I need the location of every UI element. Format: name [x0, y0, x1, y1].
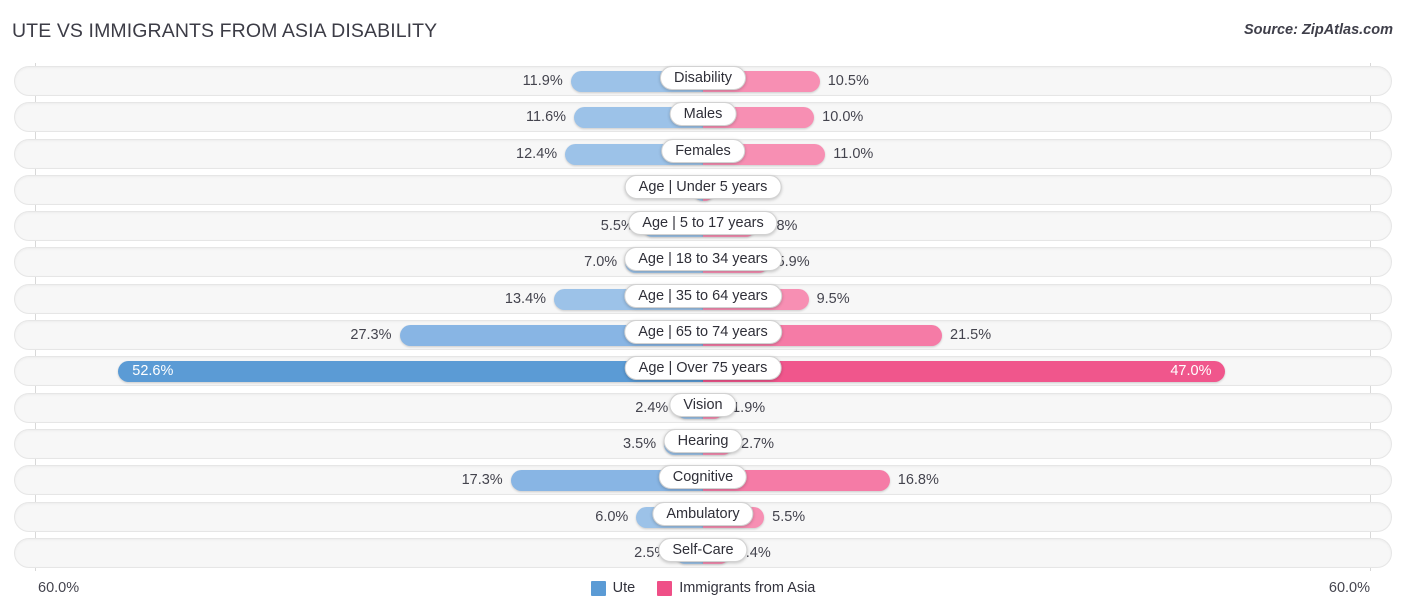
category-label-pill: Females: [661, 138, 745, 163]
category-label-pill: Age | 65 to 74 years: [624, 320, 782, 345]
legend-item[interactable]: Immigrants from Asia: [657, 580, 815, 596]
bar-rows-container: 11.9% 10.5% Disability 11.6% 10.0% Males 12.4%…: [0, 63, 1406, 571]
value-label-right: 2.7%: [741, 435, 775, 452]
value-label-right: 47.0%: [1170, 363, 1212, 380]
value-label-left: 7.0%: [584, 254, 618, 271]
chart-header: UTE VS IMMIGRANTS FROM ASIA DISABILITY S…: [0, 0, 1406, 56]
plot-area: 11.9% 10.5% Disability 11.6% 10.0% Males 12.4%…: [0, 63, 1406, 571]
chart-row: 2.4% 1.9% Vision: [0, 390, 1406, 426]
value-label-right: 21.5%: [950, 327, 992, 344]
legend-label: Immigrants from Asia: [679, 580, 816, 596]
chart-legend: Ute Immigrants from Asia: [0, 580, 1406, 596]
value-label-left: 17.3%: [461, 472, 503, 489]
value-label-left: 27.3%: [350, 327, 392, 344]
category-label-pill: Ambulatory: [652, 501, 754, 526]
chart-row: 11.6% 10.0% Males: [0, 99, 1406, 135]
chart-root: UTE VS IMMIGRANTS FROM ASIA DISABILITY S…: [0, 0, 1406, 612]
chart-footer: 60.0% 60.0% Ute Immigrants from Asia: [0, 573, 1406, 612]
value-label-right: 10.5%: [827, 73, 869, 89]
value-label-right: 16.8%: [897, 472, 939, 489]
value-label-right: 1.9%: [732, 399, 766, 416]
page-title: UTE VS IMMIGRANTS FROM ASIA DISABILITY: [12, 20, 438, 42]
value-label-left: 11.6%: [526, 109, 567, 126]
category-label-pill: Age | 35 to 64 years: [624, 283, 782, 308]
chart-row: 13.4% 9.5% Age | 35 to 64 years: [0, 281, 1406, 317]
category-label-pill: Age | 5 to 17 years: [628, 211, 778, 236]
chart-row: 2.5% 2.4% Self-Care: [0, 535, 1406, 571]
value-label-left: 13.4%: [504, 290, 547, 307]
chart-row: 52.6% 47.0% Age | Over 75 years: [0, 353, 1406, 389]
chart-row: 0.86%1.1%Age | Under 5 years: [0, 172, 1406, 208]
value-label-left: 52.6%: [132, 363, 174, 380]
bar-right-immigrants-from-asia: [703, 361, 1226, 383]
category-label-pill: Vision: [669, 392, 737, 417]
value-label-right: 5.5%: [772, 508, 806, 525]
value-label-left: 12.4%: [516, 145, 558, 162]
bar-left-ute: [118, 361, 703, 383]
legend-swatch-icon: [590, 580, 606, 596]
category-label-pill: Age | Over 75 years: [624, 356, 782, 381]
value-label-left: 6.0%: [595, 508, 629, 525]
category-label-pill: Cognitive: [658, 465, 748, 490]
chart-row: 11.9% 10.5% Disability: [0, 63, 1406, 99]
value-label-left: 11.9%: [522, 73, 563, 89]
category-label-pill: Disability: [659, 66, 747, 90]
value-label-right: 11.0%: [833, 145, 874, 162]
chart-row: 27.3% 21.5% Age | 65 to 74 years: [0, 317, 1406, 353]
category-label-pill: Age | Under 5 years: [624, 174, 782, 199]
chart-row: 5.5% 4.8% Age | 5 to 17 years: [0, 208, 1406, 244]
legend-swatch-icon: [657, 580, 673, 596]
source-attribution: Source: ZipAtlas.com: [1243, 22, 1393, 38]
value-label-right: 10.0%: [822, 109, 864, 126]
chart-row: 6.0% 5.5% Ambulatory: [0, 499, 1406, 535]
chart-row: 3.5% 2.7% Hearing: [0, 426, 1406, 462]
chart-row: 12.4% 11.0% Females: [0, 136, 1406, 172]
category-label-pill: Age | 18 to 34 years: [624, 247, 782, 272]
category-label-pill: Males: [669, 102, 737, 127]
category-label-pill: Hearing: [663, 428, 743, 453]
category-label-pill: Self-Care: [658, 537, 748, 562]
chart-row: 17.3% 16.8% Cognitive: [0, 462, 1406, 498]
chart-row: 7.0% 5.9% Age | 18 to 34 years: [0, 244, 1406, 280]
value-label-right: 9.5%: [816, 290, 850, 307]
legend-label: Ute: [612, 580, 636, 596]
value-label-left: 3.5%: [623, 435, 657, 452]
value-label-left: 2.4%: [635, 399, 669, 416]
legend-item[interactable]: Ute: [590, 580, 636, 596]
